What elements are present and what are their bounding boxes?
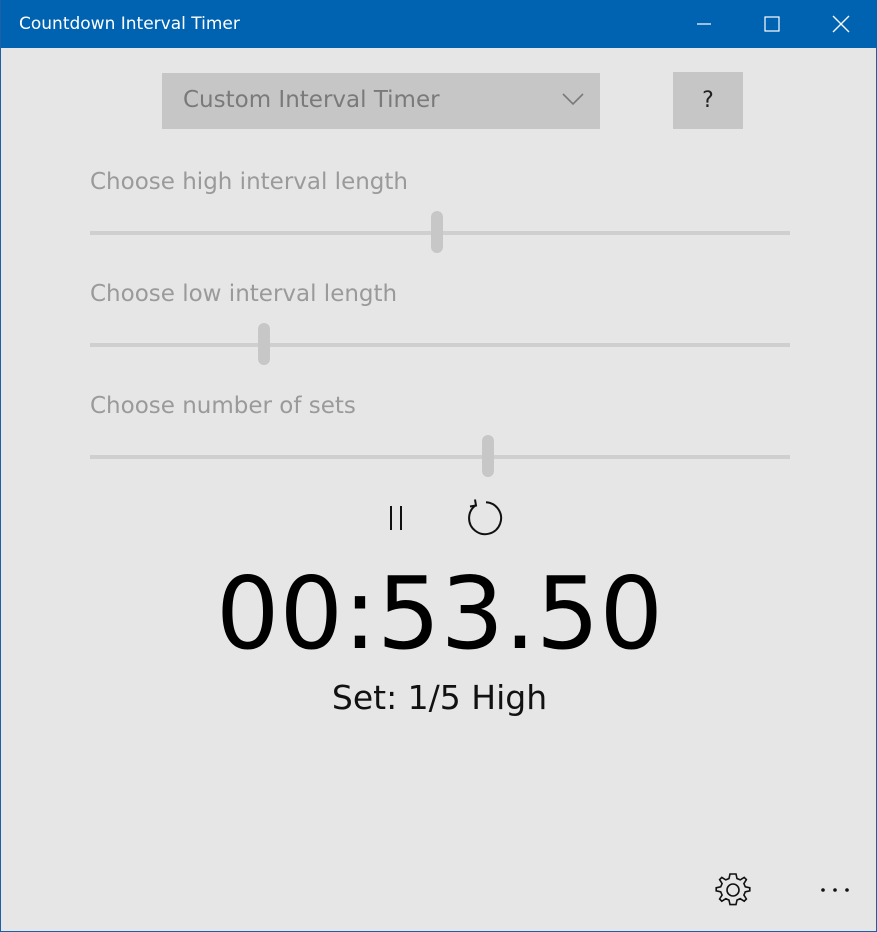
chevron-down-icon [562,93,584,106]
help-button-label: ? [702,88,714,113]
minimize-button[interactable] [681,0,727,48]
window-title: Countdown Interval Timer [19,14,240,34]
sets-slider[interactable] [90,455,790,459]
close-button[interactable] [818,0,864,48]
more-icon [821,888,849,892]
reset-button[interactable] [462,496,506,540]
high-interval-label: Choose high interval length [90,169,408,195]
close-icon [832,15,850,33]
sets-slider-thumb[interactable] [481,435,494,477]
settings-button[interactable] [711,868,755,912]
high-interval-slider-thumb[interactable] [430,211,443,253]
low-interval-slider[interactable] [90,343,790,347]
pause-button[interactable] [379,498,413,538]
maximize-button[interactable] [749,0,795,48]
gear-icon [715,873,751,906]
timer-mode-dropdown[interactable]: Custom Interval Timer [162,73,600,129]
help-button[interactable]: ? [673,72,743,129]
more-options-button[interactable] [813,868,857,912]
maximize-icon [764,16,780,32]
low-interval-slider-thumb[interactable] [257,323,270,365]
set-status: Set: 1/5 High [331,678,548,717]
app-window: Countdown Interval Timer Custom Interval… [0,0,877,932]
title-bar[interactable]: Countdown Interval Timer [1,0,877,48]
minimize-icon [697,23,711,25]
reset-icon [468,499,503,536]
timer-mode-selected: Custom Interval Timer [183,87,440,113]
pause-icon [390,506,402,530]
low-interval-label: Choose low interval length [90,281,398,307]
sets-label: Choose number of sets [90,393,356,419]
countdown-display: 00:53.50 [215,555,664,672]
